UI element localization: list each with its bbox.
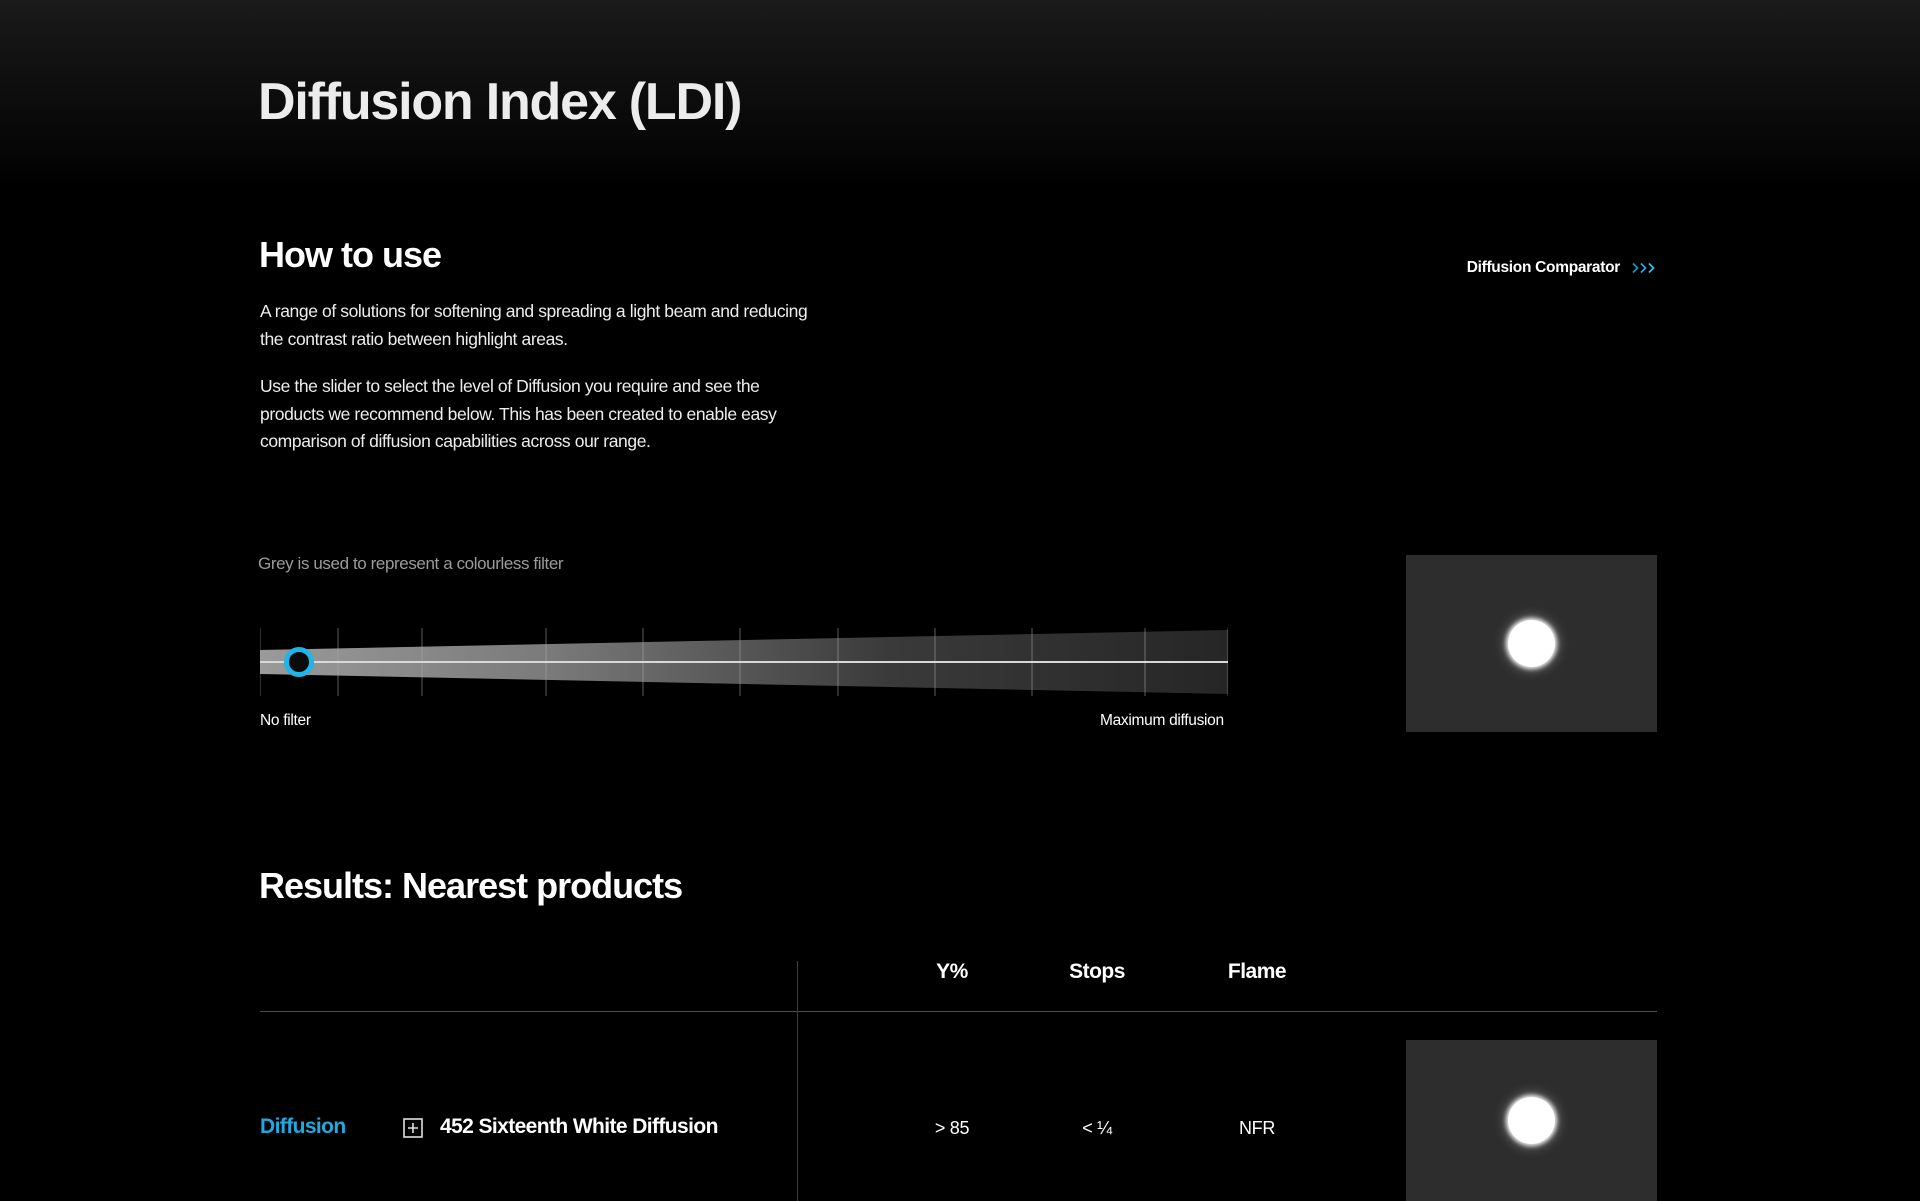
diffusion-comparator-label: Diffusion Comparator <box>1466 259 1621 276</box>
colourless-filter-note: Grey is used to represent a colourless f… <box>258 554 564 573</box>
diffusion-preview <box>1406 555 1657 732</box>
light-beam-preview <box>1508 620 1555 667</box>
product-stops: < ¼ <box>1082 1118 1112 1138</box>
slider-handle[interactable] <box>283 647 314 677</box>
product-preview <box>1406 1040 1657 1201</box>
column-header-y-percent: Y% <box>936 960 968 983</box>
diffusion-comparator-link[interactable]: Diffusion Comparator <box>1467 259 1658 277</box>
how-to-use-heading: How to use <box>259 234 442 275</box>
product-name: 452 Sixteenth White Diffusion <box>440 1115 718 1138</box>
product-category-link[interactable]: Diffusion <box>260 1115 346 1139</box>
diffusion-slider-track <box>260 628 1228 696</box>
add-product-icon[interactable] <box>403 1118 423 1138</box>
page: Diffusion Index (LDI) How to use A range… <box>0 0 1920 1201</box>
page-title: Diffusion Index (LDI) <box>258 73 742 131</box>
table-header-divider <box>260 1011 1657 1012</box>
column-header-stops: Stops <box>1069 960 1125 983</box>
slider-min-label: No filter <box>260 712 311 729</box>
how-to-use-paragraph-2: Use the slider to select the level of Di… <box>260 376 777 451</box>
diffusion-slider[interactable] <box>260 628 1228 696</box>
results-heading: Results: Nearest products <box>259 865 683 906</box>
light-beam-preview <box>1508 1097 1555 1144</box>
double-chevron-right-icon <box>1632 262 1658 274</box>
table-column-divider <box>797 961 798 1201</box>
product-y-percent: > 85 <box>934 1118 970 1138</box>
slider-max-label: Maximum diffusion <box>1100 712 1224 729</box>
column-header-flame: Flame <box>1227 960 1287 983</box>
product-flame: NFR <box>1238 1118 1276 1138</box>
how-to-use-paragraph-1: A range of solutions for softening and s… <box>260 301 808 349</box>
